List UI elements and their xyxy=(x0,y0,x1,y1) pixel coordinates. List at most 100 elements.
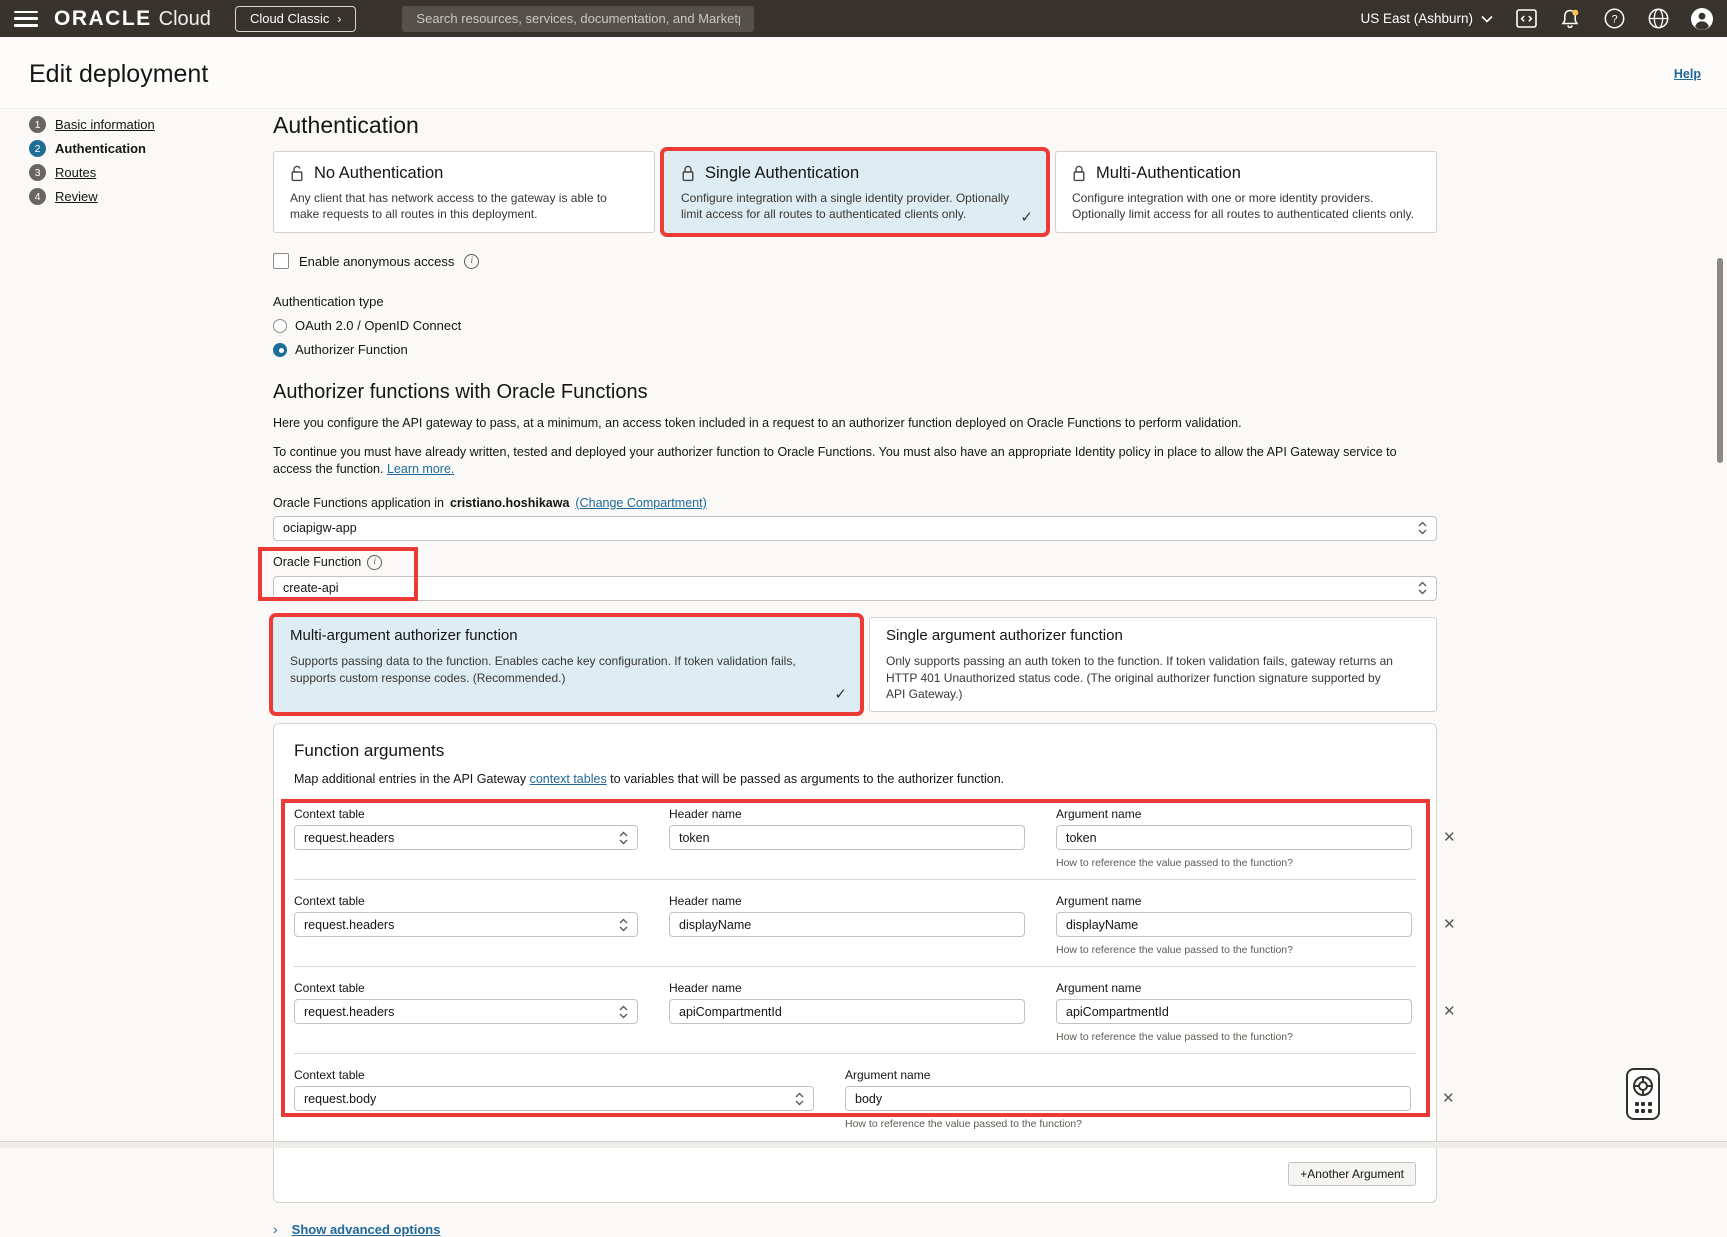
header-name-input[interactable] xyxy=(669,999,1025,1024)
step-basic-information[interactable]: 1 Basic information xyxy=(29,116,155,133)
change-compartment-link[interactable]: (Change Compartment) xyxy=(575,496,706,510)
show-advanced-options-link[interactable]: Show advanced options xyxy=(292,1222,441,1237)
single-authentication-card[interactable]: Single Authentication Configure integrat… xyxy=(664,151,1046,233)
globe-language-icon[interactable] xyxy=(1647,8,1669,30)
support-assistant-widget[interactable] xyxy=(1626,1068,1660,1120)
info-icon[interactable]: i xyxy=(464,254,479,269)
context-table-value: request.body xyxy=(304,1092,795,1106)
chevron-right-icon: › xyxy=(273,1221,278,1237)
main-content: Authentication No Authentication Any cli… xyxy=(273,110,1437,1237)
multi-argument-card[interactable]: Multi-argument authorizer function Suppo… xyxy=(273,617,860,712)
search-input[interactable] xyxy=(402,6,754,32)
oracle-function-select[interactable]: create-api xyxy=(273,576,1437,601)
svg-text:?: ? xyxy=(1611,14,1617,26)
single-argument-card[interactable]: Single argument authorizer function Only… xyxy=(869,617,1437,712)
step-number: 3 xyxy=(29,164,46,181)
remove-argument-button[interactable]: ✕ xyxy=(1443,917,1456,932)
lock-icon xyxy=(1072,165,1086,182)
radio-circle-selected[interactable] xyxy=(273,343,287,357)
argument-name-input[interactable] xyxy=(845,1086,1411,1111)
info-icon[interactable]: i xyxy=(367,555,382,570)
lifebuoy-icon xyxy=(1632,1075,1654,1097)
cloud-wordmark: Cloud xyxy=(159,8,211,31)
authorizer-type-cards: Multi-argument authorizer function Suppo… xyxy=(273,617,1437,712)
authorizer-paragraph-2: To continue you must have already writte… xyxy=(273,444,1437,479)
select-chevrons-icon xyxy=(619,831,628,845)
argument-name-input[interactable] xyxy=(1056,999,1412,1024)
help-icon[interactable]: ? xyxy=(1603,8,1625,30)
oracle-function-label: Oracle Function xyxy=(273,555,361,569)
argument-row: Context table request.headers Header nam… xyxy=(294,880,1416,967)
multi-authentication-card[interactable]: Multi-Authentication Configure integrati… xyxy=(1055,151,1437,233)
oracle-function-value: create-api xyxy=(283,581,1418,595)
header-name-label: Header name xyxy=(669,981,1025,995)
functions-application-label-row: Oracle Functions application in cristian… xyxy=(273,496,1437,510)
argument-rows: Context table request.headers Header nam… xyxy=(294,807,1416,1136)
context-table-label: Context table xyxy=(294,1068,814,1082)
help-link[interactable]: Help xyxy=(1674,67,1701,81)
intro-post: to variables that will be passed as argu… xyxy=(607,772,1004,786)
advanced-options-row: › Show advanced options xyxy=(273,1221,1437,1237)
header-name-input[interactable] xyxy=(669,825,1025,850)
radio-authorizer-function[interactable]: Authorizer Function xyxy=(273,342,1437,357)
context-tables-link[interactable]: context tables xyxy=(530,772,607,786)
card-title: Multi-Authentication xyxy=(1096,164,1241,183)
selected-check-icon: ✓ xyxy=(1020,208,1033,226)
remove-argument-button[interactable]: ✕ xyxy=(1443,1004,1456,1019)
header-name-input[interactable] xyxy=(669,912,1025,937)
card-description: Supports passing data to the function. E… xyxy=(290,653,843,687)
region-label: US East (Ashburn) xyxy=(1360,11,1473,26)
top-navigation-bar: ORACLE Cloud Cloud Classic › US East (As… xyxy=(0,0,1727,37)
developer-tools-icon[interactable] xyxy=(1515,8,1537,30)
step-review[interactable]: 4 Review xyxy=(29,188,155,205)
anonymous-access-label: Enable anonymous access xyxy=(299,254,454,269)
remove-argument-button[interactable]: ✕ xyxy=(1442,1091,1455,1106)
another-argument-button[interactable]: +Another Argument xyxy=(1288,1162,1416,1186)
notifications-bell-icon[interactable] xyxy=(1559,8,1581,30)
context-table-select[interactable]: request.body xyxy=(294,1086,814,1111)
grid-dots-icon xyxy=(1635,1102,1652,1113)
step-label: Review xyxy=(55,189,98,204)
argument-helper-text: How to reference the value passed to the… xyxy=(1056,857,1412,869)
step-number: 4 xyxy=(29,188,46,205)
radio-circle[interactable] xyxy=(273,319,287,333)
step-routes[interactable]: 3 Routes xyxy=(29,164,155,181)
context-table-value: request.headers xyxy=(304,1005,619,1019)
no-authentication-card[interactable]: No Authentication Any client that has ne… xyxy=(273,151,655,233)
compartment-name: cristiano.hoshikawa xyxy=(450,496,569,510)
argument-name-input[interactable] xyxy=(1056,912,1412,937)
cloud-classic-label: Cloud Classic xyxy=(250,11,329,26)
oracle-cloud-logo[interactable]: ORACLE Cloud xyxy=(54,7,211,31)
card-description: Configure integration with one or more i… xyxy=(1072,190,1420,222)
card-title: Single Authentication xyxy=(705,164,859,183)
argument-name-input[interactable] xyxy=(1056,825,1412,850)
unlock-icon xyxy=(290,165,304,182)
region-selector[interactable]: US East (Ashburn) xyxy=(1360,11,1493,26)
radio-oauth[interactable]: OAuth 2.0 / OpenID Connect xyxy=(273,318,1437,333)
context-table-select[interactable]: request.headers xyxy=(294,825,638,850)
oracle-wordmark: ORACLE xyxy=(54,7,152,31)
context-table-select[interactable]: request.headers xyxy=(294,912,638,937)
header-name-label: Header name xyxy=(669,807,1025,821)
card-title: No Authentication xyxy=(314,164,443,183)
functions-application-select[interactable]: ociapigw-app xyxy=(273,516,1437,541)
vertical-scrollbar[interactable] xyxy=(1717,258,1723,463)
card-description: Configure integration with a single iden… xyxy=(681,190,1029,222)
argument-helper-text: How to reference the value passed to the… xyxy=(1056,1031,1412,1043)
learn-more-link[interactable]: Learn more. xyxy=(387,462,454,476)
step-authentication[interactable]: 2 Authentication xyxy=(29,140,155,157)
page-header: Edit deployment Help xyxy=(0,37,1727,109)
cloud-classic-button[interactable]: Cloud Classic › xyxy=(235,6,356,32)
step-label: Routes xyxy=(55,165,96,180)
bottom-divider xyxy=(0,1141,1727,1148)
remove-argument-button[interactable]: ✕ xyxy=(1443,830,1456,845)
user-avatar-icon[interactable] xyxy=(1691,8,1713,30)
anonymous-access-checkbox[interactable] xyxy=(273,253,289,269)
card-title: Single argument authorizer function xyxy=(886,627,1420,644)
chevron-down-icon xyxy=(1481,15,1493,23)
card-title: Multi-argument authorizer function xyxy=(290,627,843,644)
argument-row-body: Context table request.body Argument name… xyxy=(294,1054,1416,1130)
context-table-select[interactable]: request.headers xyxy=(294,999,638,1024)
hamburger-menu-icon[interactable] xyxy=(14,11,38,27)
step-label: Basic information xyxy=(55,117,155,132)
